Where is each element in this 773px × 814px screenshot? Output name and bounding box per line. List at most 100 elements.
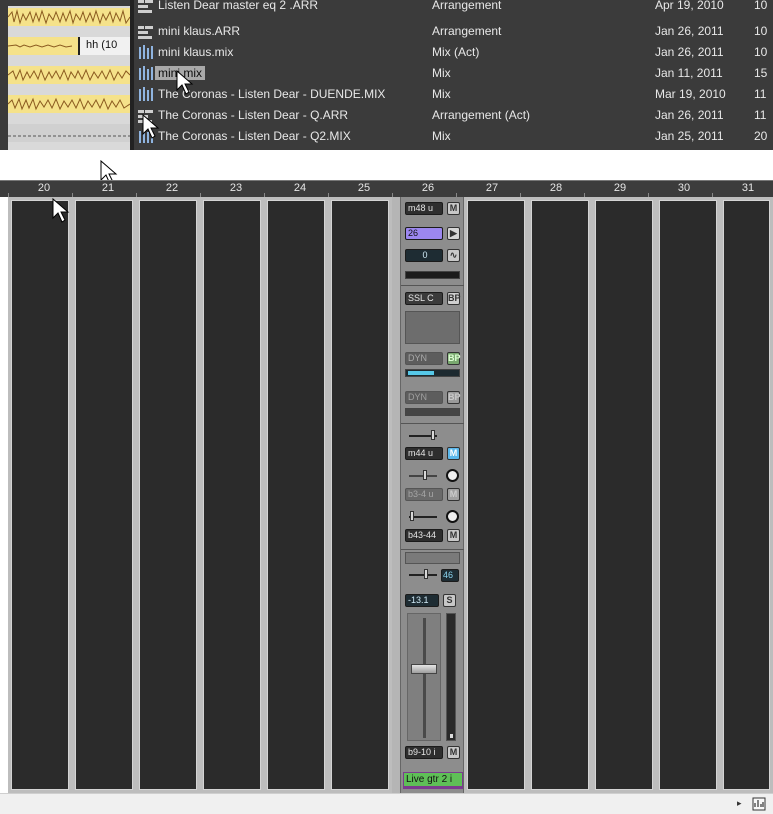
- channel-number: 30: [677, 182, 691, 194]
- file-name: mini klaus.mix: [158, 45, 234, 59]
- channel-number: 27: [485, 182, 499, 194]
- send-2-mute-button[interactable]: M: [447, 488, 460, 501]
- file-date: Jan 26, 2011: [655, 24, 724, 38]
- dynamics-slot-2[interactable]: DYN: [405, 391, 443, 404]
- mix-icon: [138, 45, 154, 59]
- send-1-destination[interactable]: m44 u: [405, 447, 443, 460]
- file-type: Mix: [432, 87, 451, 101]
- audio-clip[interactable]: [8, 66, 130, 84]
- channel-strip-empty[interactable]: [8, 197, 72, 793]
- pan-handle[interactable]: [424, 569, 428, 579]
- clip-label[interactable]: hh (10: [78, 37, 130, 55]
- scroll-right-arrow-icon[interactable]: ▸: [737, 798, 742, 809]
- channel-number: 26: [421, 182, 435, 194]
- audio-clip[interactable]: hh (10: [8, 37, 130, 55]
- arrangement-lanes: hh (10: [8, 6, 130, 150]
- send-3-mute-button[interactable]: M: [447, 529, 460, 542]
- send-2-pan-knob[interactable]: [446, 469, 459, 482]
- pan-slider[interactable]: [409, 574, 437, 576]
- channel-number: 20: [37, 182, 51, 194]
- send-3-pan-knob[interactable]: [446, 510, 459, 523]
- channel-strip-empty[interactable]: [264, 197, 328, 793]
- spacer-panel: [405, 552, 460, 564]
- file-row[interactable]: The Coronas - Listen Dear - Q.ARR Arrange…: [134, 105, 773, 126]
- channel-strip-empty[interactable]: [136, 197, 200, 793]
- channel-number: 28: [549, 182, 563, 194]
- channel-strip-empty[interactable]: [464, 197, 528, 793]
- file-date: Jan 26, 2011: [655, 45, 724, 59]
- file-date: Apr 19, 2010: [655, 0, 724, 12]
- audio-clip[interactable]: [8, 95, 130, 113]
- audio-clip[interactable]: [8, 124, 130, 142]
- track-name-label[interactable]: Live gtr 2 i: [403, 772, 463, 789]
- mouse-cursor-icon: [52, 198, 70, 223]
- send-1-handle[interactable]: [431, 430, 435, 440]
- channel-number: 24: [293, 182, 307, 194]
- output-selector[interactable]: b9-10 i: [405, 746, 443, 759]
- channel-number: 21: [101, 182, 115, 194]
- file-row[interactable]: Listen Dear master eq 2 .ARR Arrangement A…: [134, 0, 773, 16]
- file-time: 15: [754, 66, 768, 80]
- file-date: Jan 11, 2011: [655, 66, 723, 80]
- file-time: 11: [754, 87, 767, 101]
- eq-bypass-button[interactable]: BP: [447, 292, 461, 305]
- dynamics-1-meter: [405, 369, 460, 377]
- file-row[interactable]: mini klaus.ARR Arrangement Jan 26, 2011 10: [134, 21, 773, 42]
- channel-strip-26[interactable]: m48 u M 26 ▶ 0 ∿ SSL C BP DYN BP DYN BP: [400, 197, 465, 793]
- file-type: Arrangement (Act): [432, 108, 531, 122]
- file-row[interactable]: The Coronas - Listen Dear - DUENDE.MIX Mi…: [134, 84, 773, 105]
- send-2-destination[interactable]: b3-4 u: [405, 488, 443, 501]
- file-date: Jan 25, 2011: [655, 129, 724, 143]
- output-level-meter: [446, 613, 456, 741]
- audio-clip[interactable]: [8, 8, 130, 26]
- volume-fader-area[interactable]: [407, 613, 441, 741]
- dynamics-1-bypass-button[interactable]: BP: [447, 352, 461, 365]
- file-time: 10: [754, 0, 768, 12]
- channel-strip-empty[interactable]: [328, 197, 392, 793]
- file-name: The Coronas - Listen Dear - Q.ARR: [158, 108, 349, 122]
- channel-strip-empty[interactable]: [592, 197, 656, 793]
- file-name: The Coronas - Listen Dear - Q2.MIX: [158, 129, 351, 143]
- input-level-meter: [405, 271, 460, 279]
- mixer-view-icon[interactable]: [752, 797, 766, 811]
- volume-fader-cap[interactable]: [411, 664, 437, 674]
- output-mute-button[interactable]: M: [447, 746, 460, 759]
- file-row[interactable]: mini.mixMixJan 11, 201115: [134, 63, 773, 84]
- file-type: Arrangement: [432, 0, 502, 12]
- file-browser: hh (10 Listen Dear master eq 2 .ARR Arran…: [0, 0, 773, 150]
- file-date: Mar 19, 2010: [655, 87, 726, 101]
- track-number-field[interactable]: 26: [405, 227, 443, 240]
- channel-strip-empty[interactable]: [528, 197, 592, 793]
- channel-number: 25: [357, 182, 371, 194]
- channel-strip-empty[interactable]: [200, 197, 264, 793]
- channel-strip-empty[interactable]: [720, 197, 773, 793]
- file-row[interactable]: The Coronas - Listen Dear - Q2.MIX Mix Jan…: [134, 126, 773, 147]
- dynamics-2-bypass-button[interactable]: BP: [447, 391, 461, 404]
- send-3-destination[interactable]: b43-44: [405, 529, 443, 542]
- file-type: Arrangement: [432, 24, 502, 38]
- play-button[interactable]: ▶: [447, 227, 460, 240]
- send-1-mute-button[interactable]: M: [447, 447, 460, 460]
- trim-value-field[interactable]: 0: [405, 249, 443, 262]
- channel-strip-empty[interactable]: [72, 197, 136, 793]
- file-row[interactable]: mini klaus.mix Mix (Act) Jan 26, 2011 10: [134, 42, 773, 63]
- app-window: hh (10 Listen Dear master eq 2 .ARR Arran…: [0, 0, 773, 814]
- file-time: 20: [754, 129, 768, 143]
- mouse-cursor-icon: [142, 114, 160, 139]
- file-type: Mix (Act): [432, 45, 480, 59]
- solo-button[interactable]: S: [443, 594, 456, 607]
- eq-selector[interactable]: SSL C: [405, 292, 443, 305]
- file-time: 10: [754, 24, 768, 38]
- input-monitor-button[interactable]: M: [447, 202, 460, 215]
- waveform-button[interactable]: ∿: [447, 249, 460, 262]
- input-selector[interactable]: m48 u: [405, 202, 443, 215]
- pan-value[interactable]: 46: [441, 569, 459, 582]
- channel-strip-empty[interactable]: [656, 197, 720, 793]
- arrangement-icon: [138, 0, 154, 13]
- send-3-handle[interactable]: [410, 511, 414, 521]
- dynamics-slot-1[interactable]: DYN: [405, 352, 443, 365]
- mouse-cursor-icon: [176, 70, 194, 95]
- volume-db-display[interactable]: -13.1: [405, 594, 439, 607]
- mixer-console: m48 u M 26 ▶ 0 ∿ SSL C BP DYN BP DYN BP: [8, 197, 773, 793]
- send-2-handle[interactable]: [423, 470, 427, 480]
